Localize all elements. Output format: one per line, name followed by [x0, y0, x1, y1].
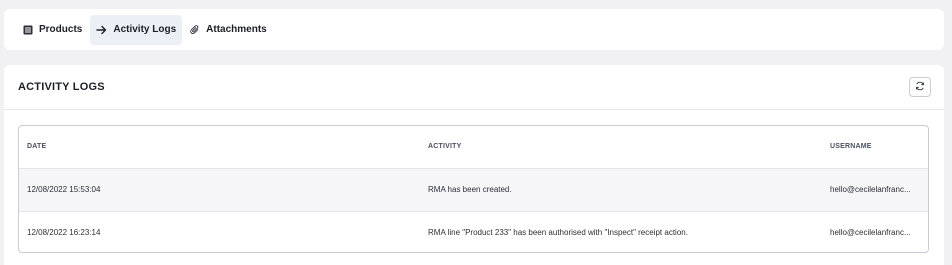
activity-table: DATE ACTIVITY USERNAME 12/08/2022 15:53:…: [18, 125, 929, 253]
activity-logs-panel: ACTIVITY LOGS DATE ACTIVITY USERNAME 12/…: [4, 65, 944, 265]
cell-date: 12/08/2022 16:23:14: [27, 228, 101, 238]
tab-products[interactable]: Products: [17, 15, 88, 45]
refresh-button[interactable]: [909, 77, 931, 97]
paperclip-icon: [190, 24, 200, 35]
tab-activity-logs[interactable]: Activity Logs: [90, 14, 183, 45]
column-header-username[interactable]: USERNAME: [822, 126, 928, 169]
tab-attachments-label: Attachments: [206, 24, 267, 35]
cell-username: hello@cecilelanfranc...: [822, 168, 928, 212]
panel-title: ACTIVITY LOGS: [18, 81, 105, 93]
cell-activity: RMA line "Product 233" has been authoris…: [428, 228, 688, 238]
cell-username: hello@cecilelanfranc...: [830, 228, 911, 238]
refresh-icon: [915, 78, 925, 96]
table-row[interactable]: 12/08/2022 15:53:04 RMA has been created…: [19, 168, 928, 212]
tab-products-label: Products: [39, 24, 83, 35]
column-header-activity[interactable]: ACTIVITY: [420, 126, 822, 169]
arrow-right-icon: [96, 25, 107, 35]
table-header-row: DATE ACTIVITY USERNAME: [19, 126, 928, 169]
list-icon: [23, 25, 33, 35]
cell-date: 12/08/2022 15:53:04: [19, 168, 420, 212]
cell-activity: RMA has been created.: [420, 168, 822, 212]
column-header-date[interactable]: DATE: [19, 126, 420, 169]
tab-activity-logs-label: Activity Logs: [113, 24, 177, 35]
tab-attachments[interactable]: Attachments: [184, 15, 273, 45]
panel-header: ACTIVITY LOGS: [4, 65, 944, 110]
tab-bar: Products Activity Logs Attachments: [4, 9, 944, 50]
table-row[interactable]: 12/08/2022 16:23:14 RMA line "Product 23…: [19, 211, 928, 252]
